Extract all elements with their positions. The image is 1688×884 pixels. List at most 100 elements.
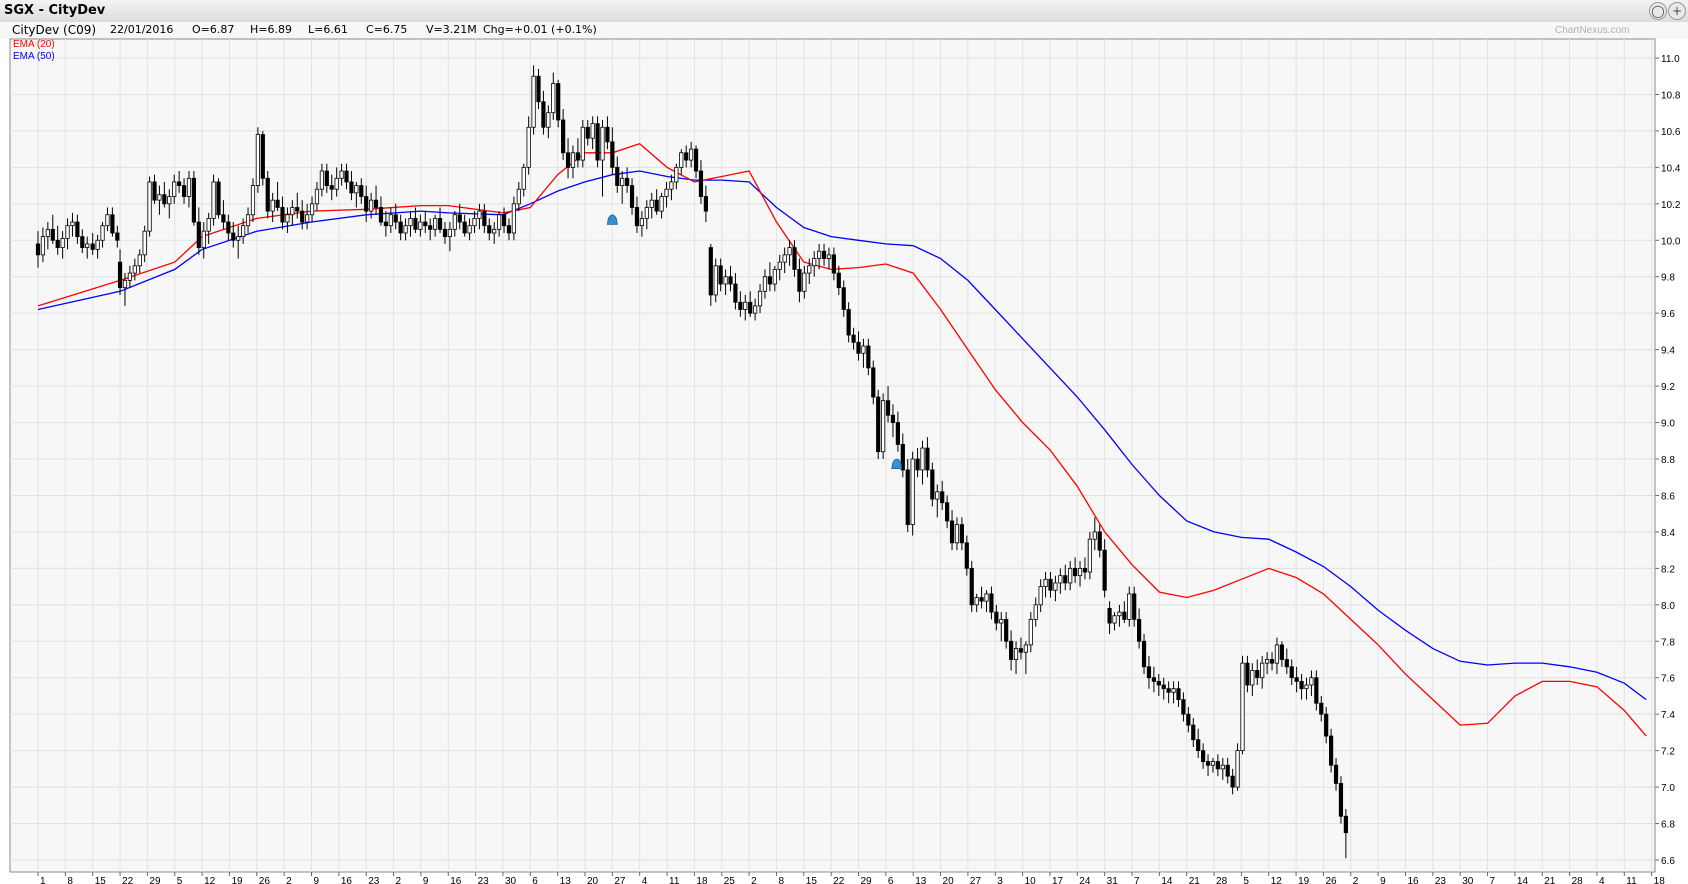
candle-up	[452, 214, 457, 230]
candle-down	[733, 283, 738, 303]
x-day-label: 11	[669, 876, 680, 884]
x-day-label: 26	[259, 876, 271, 884]
candle-down	[1324, 713, 1329, 737]
x-day-label: 2	[751, 876, 757, 884]
y-tick-label: 8.6	[1661, 491, 1675, 502]
candle-down	[1166, 688, 1171, 693]
candle-down	[265, 177, 270, 212]
candle-up	[984, 593, 989, 602]
candle-up	[85, 243, 90, 248]
candle-down	[324, 170, 329, 186]
candle-up	[1117, 611, 1122, 617]
x-day-label: 13	[915, 876, 927, 884]
chart-window: SGX - CityDev ◯ + CityDev (C09) 22/01/20…	[0, 0, 1688, 884]
y-tick-label: 9.8	[1661, 273, 1675, 284]
candle-up	[388, 214, 393, 227]
candle-down	[55, 239, 60, 248]
minimize-icon[interactable]: ◯	[1649, 2, 1667, 20]
y-tick-label: 10.0	[1661, 236, 1681, 247]
candle-down	[117, 261, 123, 289]
candle-up	[546, 112, 551, 128]
candle-up	[45, 228, 50, 238]
candle-down	[905, 469, 910, 526]
candle-down	[925, 447, 930, 471]
candle-down	[110, 214, 115, 234]
candle-down	[930, 469, 935, 500]
candle-down	[1294, 677, 1299, 682]
candle-up	[309, 203, 315, 216]
candle-up	[305, 214, 310, 223]
candle-down	[359, 185, 364, 197]
candle-down	[1073, 567, 1078, 577]
candle-down	[300, 210, 305, 223]
y-tick-label: 10.4	[1661, 163, 1681, 174]
candle-down	[1205, 761, 1211, 766]
x-day-label: 23	[368, 876, 380, 884]
candle-up	[1250, 670, 1255, 686]
candle-down	[50, 228, 55, 241]
candle-down	[487, 225, 492, 234]
candle-up	[418, 221, 423, 230]
candle-up	[1043, 578, 1048, 587]
candle-down	[561, 119, 566, 154]
x-day-label: 17	[1052, 876, 1064, 884]
candle-up	[521, 166, 526, 190]
candle-down	[836, 272, 841, 289]
candle-up	[403, 225, 408, 234]
candle-down	[1132, 593, 1137, 620]
x-day-label: 7	[1490, 876, 1496, 884]
candle-up	[1038, 586, 1043, 606]
candle-up	[713, 265, 718, 296]
candle-down	[1319, 702, 1324, 715]
candle-down	[75, 221, 80, 238]
x-day-label: 13	[560, 876, 572, 884]
candle-up	[1309, 677, 1314, 686]
candle-down	[610, 141, 615, 168]
candle-down	[945, 502, 950, 522]
candle-down	[1122, 611, 1127, 620]
candle-up	[1013, 648, 1019, 660]
candle-up	[664, 188, 669, 197]
candle-down	[80, 236, 85, 248]
legend-ema20: EMA (20)	[13, 39, 55, 50]
x-day-label: 5	[1243, 876, 1249, 884]
x-day-label: 2	[1353, 876, 1359, 884]
candle-up	[782, 254, 787, 263]
candle-down	[1343, 815, 1348, 834]
candle-up	[65, 225, 70, 239]
y-tick-label: 7.4	[1661, 710, 1675, 721]
candle-up	[1304, 684, 1309, 690]
candle-down	[437, 217, 443, 230]
candle-down	[615, 166, 620, 186]
x-day-label: 26	[1325, 876, 1337, 884]
candle-down	[1141, 640, 1147, 668]
candle-up	[1112, 615, 1117, 624]
candle-up	[757, 290, 763, 307]
candle-down	[482, 210, 487, 227]
candle-down	[226, 221, 231, 234]
add-icon[interactable]: +	[1668, 2, 1686, 20]
candle-down	[718, 265, 723, 285]
candle-up	[954, 524, 960, 544]
candle-up	[201, 230, 206, 248]
candle-down	[964, 542, 969, 569]
candle-up	[1220, 764, 1225, 770]
candle-down	[625, 177, 630, 186]
x-day-label: 9	[314, 876, 320, 884]
candle-up	[570, 152, 576, 168]
candle-up	[100, 225, 105, 241]
candle-up	[1023, 644, 1028, 653]
candle-down	[1289, 666, 1294, 679]
candle-down	[871, 367, 876, 398]
candle-up	[1077, 567, 1083, 577]
price-chart[interactable]: 6.6 6.8 7.0 7.2 7.4 7.6 7.8 8.0 8.2 8.4 8.6 8.8 9.0 9…	[0, 22, 1688, 884]
candle-down	[1004, 619, 1009, 642]
candle-down	[152, 181, 157, 201]
candle-up	[1068, 567, 1073, 584]
candle-down	[1225, 764, 1230, 777]
candle-up	[669, 181, 674, 190]
x-day-label: 4	[1599, 876, 1605, 884]
candle-down	[866, 345, 871, 369]
candle-down	[885, 400, 891, 416]
candle-up	[122, 279, 128, 289]
